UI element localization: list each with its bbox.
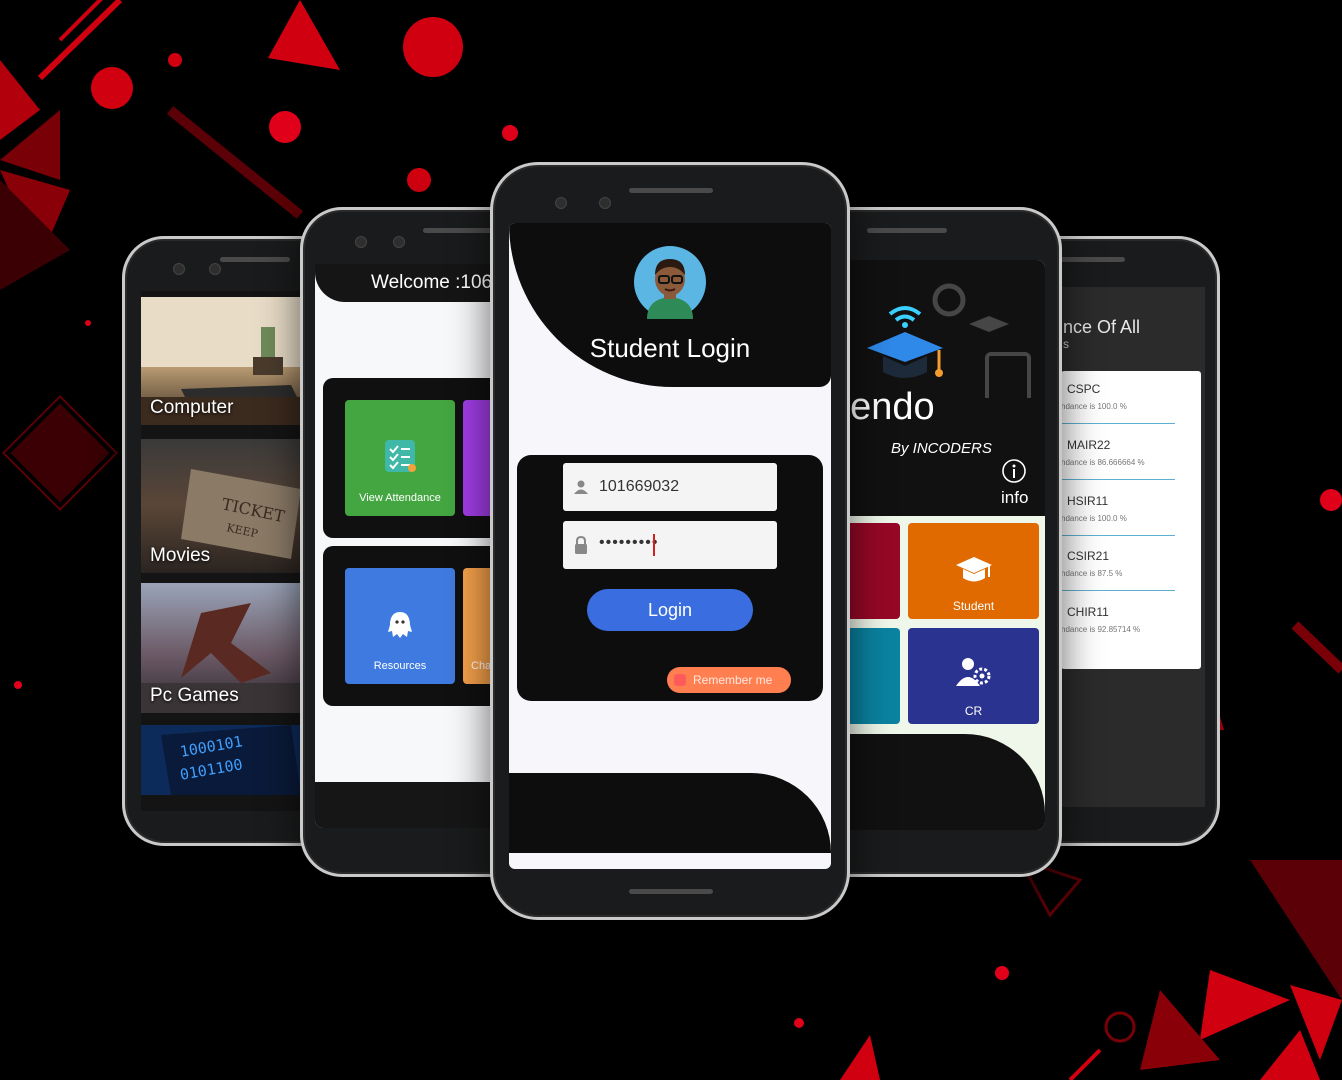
row-divider: [1061, 423, 1175, 424]
tile-cr[interactable]: CR: [908, 628, 1039, 724]
category-label: Pc Games: [150, 685, 239, 706]
tile-resources[interactable]: Resources: [345, 568, 455, 684]
tile-label: CR: [964, 704, 983, 718]
app-byline: By INCODERS: [891, 440, 992, 457]
phone-camera: [555, 197, 567, 209]
user-icon: [574, 480, 588, 494]
remember-me-toggle[interactable]: Remember me: [667, 667, 791, 693]
attendance-percent: ndance is 86.666664 %: [1061, 458, 1145, 467]
attendance-list: CSPC ndance is 100.0 % MAIR22 ndance is 86…: [1061, 371, 1201, 669]
subject-code: CHIR11: [1067, 605, 1109, 619]
lock-icon: [575, 536, 587, 554]
phone-sensor: [393, 236, 405, 248]
username-value: 101669032: [599, 478, 680, 495]
info-label[interactable]: info: [1001, 488, 1028, 508]
attendance-percent: ndance is 100.0 %: [1061, 402, 1127, 411]
phone-camera: [173, 263, 185, 275]
login-card: 101669032 ••••••••• Login Remember me: [517, 455, 823, 701]
phone-speaker: [629, 188, 713, 193]
binary-illustration: 1000101 0101100: [161, 725, 301, 795]
login-title: Student Login: [589, 333, 751, 363]
login-button[interactable]: Login: [587, 589, 753, 631]
phone-speaker: [867, 228, 947, 233]
subject-code: CSIR21: [1067, 549, 1110, 563]
attendance-row[interactable]: CSPC ndance is 100.0 %: [1061, 374, 1181, 429]
tile-label: View Attendance: [359, 492, 441, 504]
phone-bottom-bar: [629, 889, 713, 894]
phone-screen: ttendo By INCODERS info Student CR: [823, 260, 1045, 830]
phone-speaker: [220, 257, 290, 262]
tile-student[interactable]: Student: [908, 523, 1039, 619]
remember-me-label: Remember me: [693, 673, 773, 687]
home-footer: [823, 734, 1045, 830]
attendance-row[interactable]: HSIR11 ndance is 100.0 %: [1061, 486, 1181, 541]
username-field[interactable]: 101669032: [563, 463, 777, 511]
home-header: ttendo By INCODERS info: [823, 260, 1045, 516]
attendance-percent: ndance is 92.85714 %: [1061, 625, 1141, 634]
login-footer: [509, 773, 831, 853]
tile-view-attendance[interactable]: View Attendance: [345, 400, 455, 516]
category-card-movies[interactable]: TICKET KEEP Movies: [141, 439, 301, 573]
people-gear-icon: [956, 658, 991, 686]
checklist-icon: [385, 440, 416, 472]
category-label: Movies: [150, 545, 211, 566]
phone-screen: Student Login 101669032 ••••••••• Login: [509, 223, 831, 869]
attendance-percent: ndance is 87.5 %: [1061, 569, 1123, 578]
phone-speaker: [1055, 257, 1125, 262]
category-card-computer[interactable]: Computer: [141, 297, 301, 425]
tile-label: Student: [952, 599, 995, 613]
text-cursor: [653, 534, 655, 556]
phone-login: Student Login 101669032 ••••••••• Login: [490, 162, 850, 920]
password-field[interactable]: •••••••••: [563, 521, 777, 569]
category-card-binary[interactable]: 1000101 0101100: [141, 725, 301, 795]
welcome-text: Welcome :106: [371, 272, 493, 293]
graduation-cap-wifi-icon: [867, 306, 943, 378]
ghost-icon: [388, 612, 412, 638]
login-header: Student Login: [509, 223, 831, 387]
checkbox-icon: [674, 674, 686, 686]
phone-camera: [355, 236, 367, 248]
student-avatar: [634, 246, 706, 319]
subject-code: HSIR11: [1067, 494, 1109, 508]
info-icon[interactable]: [1001, 458, 1027, 484]
attendance-subtitle: s: [1063, 337, 1069, 351]
category-card-pc-games[interactable]: Pc Games: [141, 583, 301, 713]
attendance-row[interactable]: CHIR11 ndance is 92.85714 %: [1061, 597, 1181, 652]
subject-code: MAIR22: [1067, 438, 1111, 452]
row-divider: [1061, 479, 1175, 480]
phone-sensor: [209, 263, 221, 275]
category-label: Computer: [150, 397, 234, 418]
subject-code: CSPC: [1067, 382, 1101, 396]
attendance-title: nce Of All: [1063, 317, 1141, 337]
tile-label: Resources: [373, 660, 427, 672]
row-divider: [1061, 535, 1175, 536]
phone-sensor: [599, 197, 611, 209]
attendance-row[interactable]: MAIR22 ndance is 86.666664 %: [1061, 430, 1181, 485]
graduation-cap-icon: [956, 557, 992, 582]
row-divider: [1061, 590, 1175, 591]
password-value: •••••••••: [599, 534, 659, 551]
attendance-row[interactable]: CSIR21 ndance is 87.5 %: [1061, 541, 1181, 596]
attendance-percent: ndance is 100.0 %: [1061, 514, 1127, 523]
